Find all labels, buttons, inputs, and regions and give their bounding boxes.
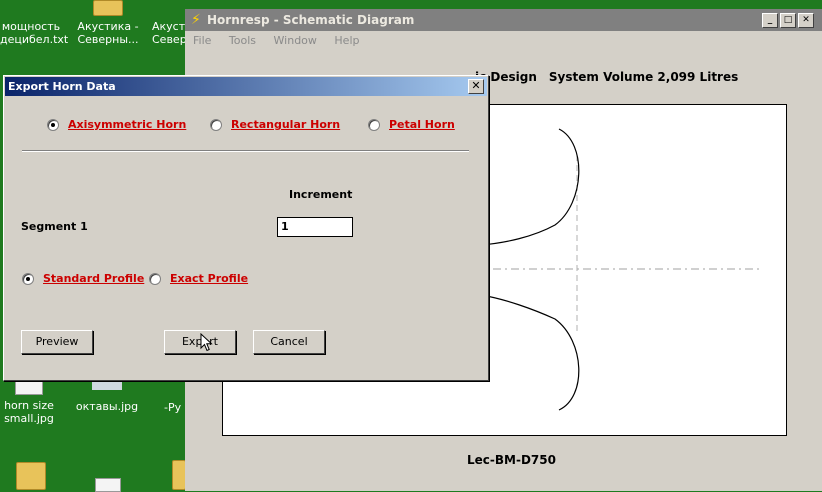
image-file-icon [15,381,43,395]
design-header: ic Design System Volume 2,099 Litres [475,70,738,84]
desktop-icon-txt[interactable]: мощность децибел.txt [0,0,69,46]
folder-icon [93,0,123,16]
horn-lower-curve [480,294,580,411]
file-icon[interactable] [95,478,121,492]
desktop-icon-jpg[interactable]: horn size small.jpg [0,381,58,425]
desktop-icon-label: Акустика - [77,20,139,33]
desktop-icon-label: -Ру [164,401,182,414]
maximize-button[interactable]: □ [780,13,796,28]
radio-button[interactable] [22,272,34,285]
menu-window[interactable]: Window [274,34,317,47]
radio-standard-profile[interactable]: Standard Profile [22,272,144,285]
menu-file[interactable]: File [193,34,211,47]
radio-button[interactable] [149,272,161,285]
desktop-icon-label: small.jpg [4,412,54,425]
desktop-icon-label: Северны... [77,33,139,46]
preview-button[interactable]: Preview [21,330,93,354]
desktop-icon-folder-2[interactable]: Акуст Север [152,0,186,46]
lightning-icon: ⚡ [191,12,201,28]
desktop-icon-folder[interactable]: Акустика - Северны... [74,0,142,46]
horn-upper-curve [480,128,580,246]
radio-label: Rectangular Horn [231,118,341,131]
menu-help[interactable]: Help [334,34,359,47]
desktop-icon-label: децибел.txt [0,33,69,46]
radio-axisymmetric-horn[interactable]: Axisymmetric Horn [47,118,186,131]
radio-label: Exact Profile [170,272,249,285]
dialog-title: Export Horn Data [8,80,116,93]
menu-bar: File Tools Window Help [185,31,822,51]
desktop-icon-label: Север [152,33,186,46]
driver-label: Lec-BM-D750 [467,453,556,467]
dialog-title-bar[interactable]: Export Horn Data ✕ [5,77,487,96]
window-title-bar[interactable]: ⚡ Hornresp - Schematic Diagram _ □ ✕ [185,9,822,31]
folder-icon[interactable] [172,460,186,490]
radio-petal-horn[interactable]: Petal Horn [368,118,455,131]
image-file-icon [92,381,122,390]
window-title: Hornresp - Schematic Diagram [207,13,415,27]
radio-label: Standard Profile [43,272,145,285]
close-icon[interactable]: ✕ [468,79,484,94]
close-button[interactable]: ✕ [798,13,814,28]
radio-label: Axisymmetric Horn [68,118,187,131]
increment-header: Increment [289,188,353,201]
radio-button[interactable] [210,118,222,131]
desktop-icon-label: horn size [4,399,54,412]
desktop-icon-label: Акуст [152,20,186,33]
radio-label: Petal Horn [389,118,455,131]
segment-label: Segment 1 [21,220,88,233]
separator [22,150,469,152]
radio-rectangular-horn[interactable]: Rectangular Horn [210,118,340,131]
menu-tools[interactable]: Tools [229,34,256,47]
folder-icon[interactable] [16,462,46,490]
system-volume: System Volume 2,099 Litres [548,70,739,84]
minimize-button[interactable]: _ [762,13,778,28]
cancel-button[interactable]: Cancel [253,330,325,354]
increment-input[interactable] [277,217,353,237]
desktop-icon-jpg-2[interactable]: октавы.jpg [74,381,140,413]
radio-button[interactable] [47,118,59,131]
desktop-icon-partial[interactable]: -Ру [164,381,185,414]
desktop-icon-label: мощность [1,20,61,33]
mouse-cursor-icon [200,333,213,352]
radio-button[interactable] [368,118,380,131]
radio-exact-profile[interactable]: Exact Profile [149,272,248,285]
export-horn-data-dialog: Export Horn Data ✕ Axisymmetric Horn Rec… [3,75,489,381]
desktop-icon-label: октавы.jpg [75,400,139,413]
